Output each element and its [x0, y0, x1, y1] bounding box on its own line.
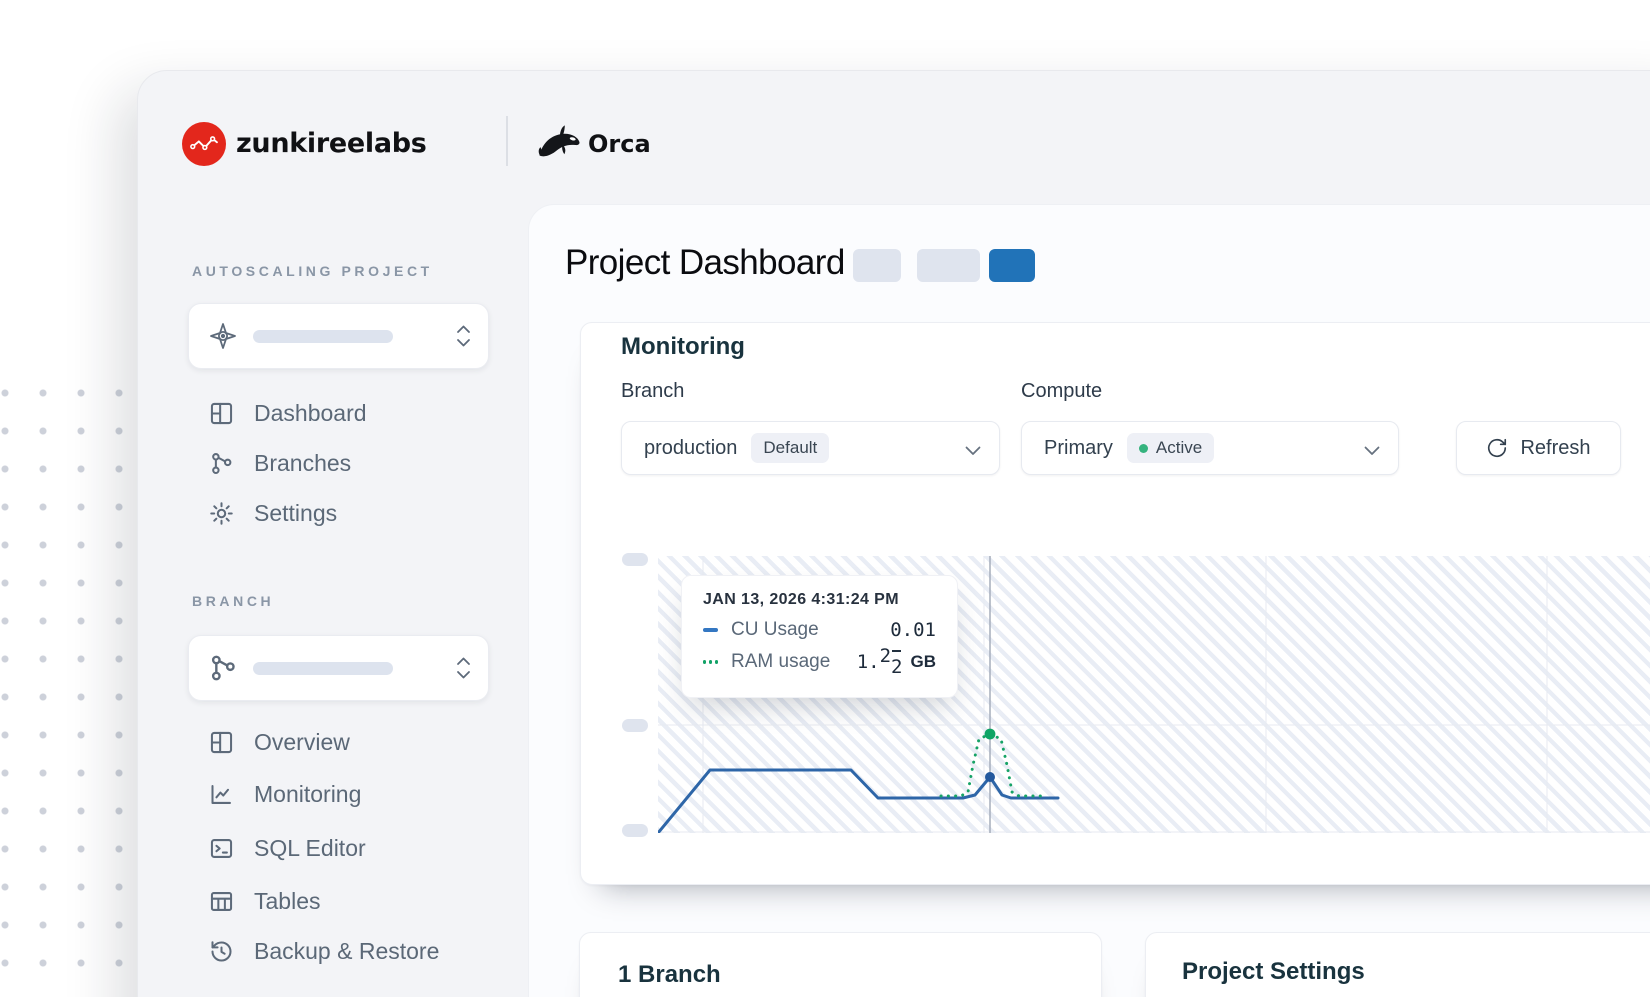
- gear-icon: [208, 500, 235, 527]
- monitoring-chart-icon: [208, 781, 235, 808]
- ram-legend-dots-icon: [703, 660, 718, 663]
- main-panel: Project Dashboard Monitoring Branch prod…: [528, 204, 1650, 997]
- sidebar-item-label: Overview: [254, 729, 350, 756]
- sidebar-item-label: Branches: [254, 450, 351, 477]
- cu-label: CU Usage: [731, 619, 819, 641]
- active-badge: Active: [1127, 433, 1214, 463]
- sidebar-item-backup-restore[interactable]: Backup & Restore: [208, 929, 439, 973]
- sidebar-item-settings[interactable]: Settings: [208, 491, 337, 535]
- active-status-dot: [1139, 444, 1148, 453]
- branch-select[interactable]: production Default: [621, 421, 1000, 475]
- monitoring-heading: Monitoring: [621, 333, 745, 361]
- project-settings-card-title: Project Settings: [1182, 958, 1365, 986]
- chart-tooltip: JAN 13, 2026 4:31:24 PM CU Usage 0.01 RA…: [681, 575, 958, 698]
- skeleton-branch-name: [253, 662, 393, 675]
- sidebar-item-label: Backup & Restore: [254, 938, 439, 965]
- compass-icon: [207, 320, 239, 352]
- skeleton-axis-label: [622, 553, 648, 566]
- sidebar-item-monitoring[interactable]: Monitoring: [208, 772, 361, 816]
- skeleton-project-name: [253, 330, 393, 343]
- ram-value: 1.22GB: [857, 651, 936, 673]
- skeleton-axis-label: [622, 719, 648, 732]
- monitoring-card: Monitoring Branch production Default Com…: [580, 322, 1650, 885]
- sidebar-item-dashboard[interactable]: Dashboard: [208, 391, 367, 435]
- cu-legend-dash-icon: [703, 628, 718, 632]
- sidebar-item-label: Settings: [254, 500, 337, 527]
- ram-rolling-digit-up: 2: [880, 645, 891, 667]
- line-chart-logo-icon: [185, 125, 223, 163]
- tooltip-cu-row: CU Usage 0.01: [703, 619, 936, 641]
- tooltip-timestamp: JAN 13, 2026 4:31:24 PM: [703, 591, 936, 609]
- compute-select[interactable]: Primary Active: [1021, 421, 1399, 475]
- ram-value-prefix: 1.: [857, 651, 880, 673]
- branches-card-title: 1 Branch: [618, 961, 721, 989]
- header-divider: [506, 116, 508, 166]
- brand-name: zunkireelabs: [236, 128, 427, 159]
- branch-field-label: Branch: [621, 380, 684, 403]
- sidebar-item-overview[interactable]: Overview: [208, 720, 350, 764]
- sidebar-item-sql-editor[interactable]: SQL Editor: [208, 826, 366, 870]
- chevron-down-icon: [965, 443, 981, 453]
- page-title: Project Dashboard: [565, 243, 845, 283]
- sidebar-item-label: Dashboard: [254, 400, 367, 427]
- brand-logo[interactable]: [182, 122, 226, 166]
- branches-icon: [208, 450, 235, 477]
- ram-label: RAM usage: [731, 651, 830, 673]
- refresh-icon: [1486, 437, 1508, 459]
- branch-select-value: production: [644, 437, 737, 460]
- default-badge-label: Default: [763, 438, 817, 458]
- product-name: Orca: [588, 130, 651, 158]
- page: zunkireelabs Orca AUTOSCALING PROJECT: [0, 0, 1650, 997]
- sidebar-item-label: Monitoring: [254, 781, 361, 808]
- default-badge: Default: [751, 433, 829, 463]
- project-section-label: AUTOSCALING PROJECT: [192, 263, 433, 279]
- project-settings-card: Project Settings: [1145, 932, 1650, 997]
- select-chevrons-icon: [455, 655, 472, 681]
- ram-unit: GB: [911, 652, 937, 672]
- refresh-label: Refresh: [1520, 437, 1590, 460]
- ram-rolling-digit-down: 2: [891, 656, 902, 678]
- branch-section-label: BRANCH: [192, 593, 274, 609]
- tooltip-ram-row: RAM usage 1.22GB: [703, 651, 936, 673]
- app-window: zunkireelabs Orca AUTOSCALING PROJECT: [137, 70, 1650, 997]
- ram-rolling-dash: [892, 650, 901, 652]
- sidebar-item-tables[interactable]: Tables: [208, 879, 320, 923]
- orca-icon: [536, 123, 582, 165]
- compute-select-value: Primary: [1044, 437, 1113, 460]
- branch-icon: [207, 652, 239, 684]
- sidebar-item-label: Tables: [254, 888, 320, 915]
- terminal-icon: [208, 835, 235, 862]
- ram-rolling-column: 2: [891, 656, 902, 678]
- table-icon: [208, 888, 235, 915]
- decorative-dot-grid: [0, 378, 140, 997]
- cu-value: 0.01: [890, 619, 936, 641]
- project-select[interactable]: [188, 303, 489, 369]
- compute-field-label: Compute: [1021, 380, 1102, 403]
- sidebar-item-branches[interactable]: Branches: [208, 441, 351, 485]
- branch-select-sidebar[interactable]: [188, 635, 489, 701]
- skeleton-axis-label: [622, 824, 648, 837]
- select-chevrons-icon: [455, 323, 472, 349]
- skeleton-button-primary[interactable]: [989, 249, 1035, 282]
- dashboard-icon: [208, 400, 235, 427]
- branches-card: 1 Branch: [579, 932, 1102, 997]
- active-badge-label: Active: [1156, 438, 1202, 458]
- sidebar-item-label: SQL Editor: [254, 835, 366, 862]
- history-clock-icon: [208, 938, 235, 965]
- skeleton-button-1[interactable]: [853, 249, 901, 282]
- skeleton-button-2[interactable]: [917, 249, 980, 282]
- overview-icon: [208, 729, 235, 756]
- chevron-down-icon: [1364, 443, 1380, 453]
- refresh-button[interactable]: Refresh: [1456, 421, 1621, 475]
